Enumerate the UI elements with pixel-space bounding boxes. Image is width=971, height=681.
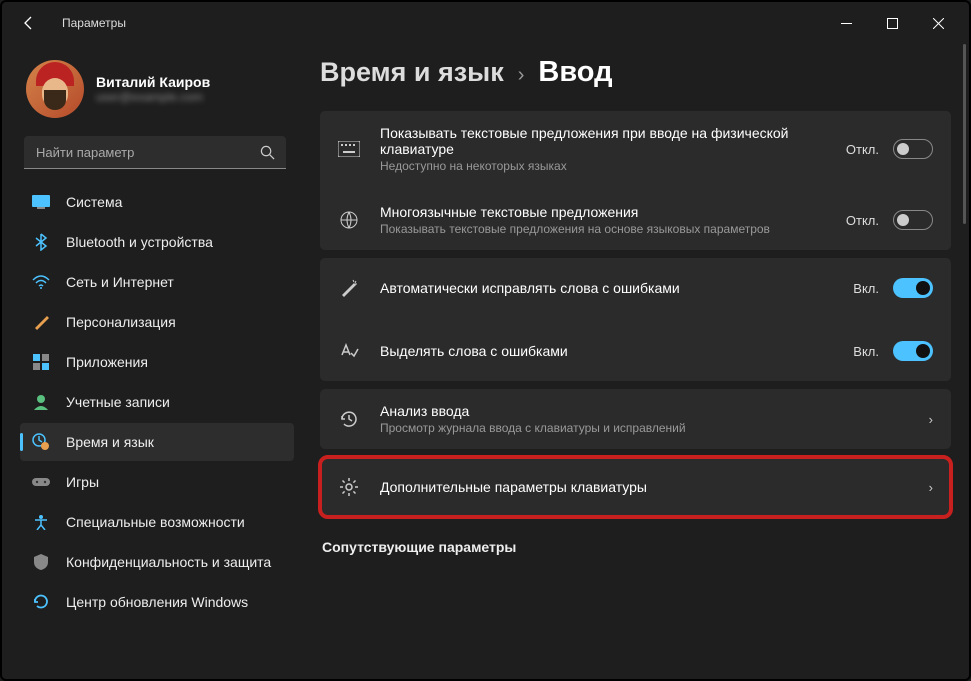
sidebar-item-label: Учетные записи — [66, 394, 170, 410]
sidebar-item-label: Время и язык — [66, 434, 154, 450]
sidebar-item-label: Bluetooth и устройства — [66, 234, 213, 250]
sidebar-item-apps[interactable]: Приложения — [20, 343, 294, 381]
back-button[interactable] — [10, 4, 48, 42]
content-area: Время и язык › Ввод Показывать текстовые… — [302, 44, 969, 679]
toggle-switch[interactable] — [893, 341, 933, 361]
update-icon — [32, 593, 50, 611]
search-box — [24, 136, 286, 169]
setting-keyboard-advanced[interactable]: Дополнительные параметры клавиатуры › — [320, 457, 951, 517]
profile-name: Виталий Каиров — [96, 74, 210, 90]
sidebar-item-network[interactable]: Сеть и Интернет — [20, 263, 294, 301]
chevron-right-icon: › — [518, 64, 525, 87]
search-input[interactable] — [24, 136, 286, 169]
setting-highlight-misspelled[interactable]: Выделять слова с ошибками Вкл. — [320, 321, 951, 381]
sidebar-item-gaming[interactable]: Игры — [20, 463, 294, 501]
toggle-switch[interactable] — [893, 278, 933, 298]
setting-title: Выделять слова с ошибками — [380, 343, 833, 359]
wifi-icon — [32, 273, 50, 291]
chevron-right-icon: › — [929, 480, 933, 495]
breadcrumb-parent[interactable]: Время и язык — [320, 57, 504, 88]
setting-title: Анализ ввода — [380, 403, 909, 419]
apps-icon — [32, 353, 50, 371]
nav-list: Система Bluetooth и устройства Сеть и Ин… — [20, 183, 294, 621]
sidebar-item-system[interactable]: Система — [20, 183, 294, 221]
search-icon — [260, 145, 275, 165]
setting-multilingual[interactable]: Многоязычные текстовые предложения Показ… — [320, 190, 951, 250]
accessibility-icon — [32, 513, 50, 531]
setting-subtitle: Недоступно на некоторых языках — [380, 159, 826, 173]
sidebar-item-label: Персонализация — [66, 314, 176, 330]
sidebar-item-accessibility[interactable]: Специальные возможности — [20, 503, 294, 541]
gear-icon — [338, 476, 360, 498]
profile-block[interactable]: Виталий Каиров user@example.com — [20, 52, 294, 136]
sidebar-item-bluetooth[interactable]: Bluetooth и устройства — [20, 223, 294, 261]
sidebar-item-privacy[interactable]: Конфиденциальность и защита — [20, 543, 294, 581]
clock-globe-icon — [32, 433, 50, 451]
toggle-state-label: Вкл. — [853, 281, 879, 296]
sidebar: Виталий Каиров user@example.com Система … — [2, 44, 302, 679]
setting-subtitle: Показывать текстовые предложения на осно… — [380, 222, 826, 236]
page-title: Ввод — [538, 56, 612, 89]
maximize-button[interactable] — [869, 4, 915, 42]
window-controls — [823, 4, 961, 42]
bluetooth-icon — [32, 233, 50, 251]
history-icon — [338, 408, 360, 430]
sidebar-item-personalization[interactable]: Персонализация — [20, 303, 294, 341]
sidebar-item-label: Приложения — [66, 354, 148, 370]
window-title: Параметры — [62, 16, 126, 30]
wand-icon — [338, 277, 360, 299]
setting-autocorrect[interactable]: Автоматически исправлять слова с ошибкам… — [320, 258, 951, 318]
related-heading: Сопутствующие параметры — [322, 539, 951, 555]
toggle-switch[interactable] — [893, 139, 933, 159]
close-button[interactable] — [915, 4, 961, 42]
sidebar-item-label: Конфиденциальность и защита — [66, 554, 271, 570]
setting-title: Показывать текстовые предложения при вво… — [380, 125, 826, 157]
chevron-right-icon: › — [929, 412, 933, 427]
toggle-state-label: Откл. — [846, 142, 879, 157]
setting-title: Многоязычные текстовые предложения — [380, 204, 826, 220]
avatar — [26, 60, 84, 118]
sidebar-item-label: Система — [66, 194, 122, 210]
shield-icon — [32, 553, 50, 571]
gamepad-icon — [32, 473, 50, 491]
setting-subtitle: Просмотр журнала ввода с клавиатуры и ис… — [380, 421, 909, 435]
setting-title: Автоматически исправлять слова с ошибкам… — [380, 280, 833, 296]
system-icon — [32, 193, 50, 211]
toggle-state-label: Откл. — [846, 213, 879, 228]
titlebar: Параметры — [2, 2, 969, 44]
sidebar-item-update[interactable]: Центр обновления Windows — [20, 583, 294, 621]
scrollbar[interactable] — [963, 44, 966, 224]
person-icon — [32, 393, 50, 411]
sidebar-item-label: Сеть и Интернет — [66, 274, 174, 290]
setting-text-suggestions[interactable]: Показывать текстовые предложения при вво… — [320, 111, 951, 187]
sidebar-item-time-language[interactable]: Время и язык — [20, 423, 294, 461]
toggle-state-label: Вкл. — [853, 344, 879, 359]
globe-text-icon — [338, 209, 360, 231]
brush-icon — [32, 313, 50, 331]
setting-input-analysis[interactable]: Анализ ввода Просмотр журнала ввода с кл… — [320, 389, 951, 449]
profile-email: user@example.com — [96, 90, 210, 104]
toggle-switch[interactable] — [893, 210, 933, 230]
breadcrumb: Время и язык › Ввод — [320, 56, 951, 89]
sidebar-item-label: Центр обновления Windows — [66, 594, 248, 610]
setting-title: Дополнительные параметры клавиатуры — [380, 479, 909, 495]
sidebar-item-label: Специальные возможности — [66, 514, 245, 530]
sidebar-item-accounts[interactable]: Учетные записи — [20, 383, 294, 421]
keyboard-icon — [338, 138, 360, 160]
minimize-button[interactable] — [823, 4, 869, 42]
sidebar-item-label: Игры — [66, 474, 99, 490]
spellcheck-icon — [338, 340, 360, 362]
